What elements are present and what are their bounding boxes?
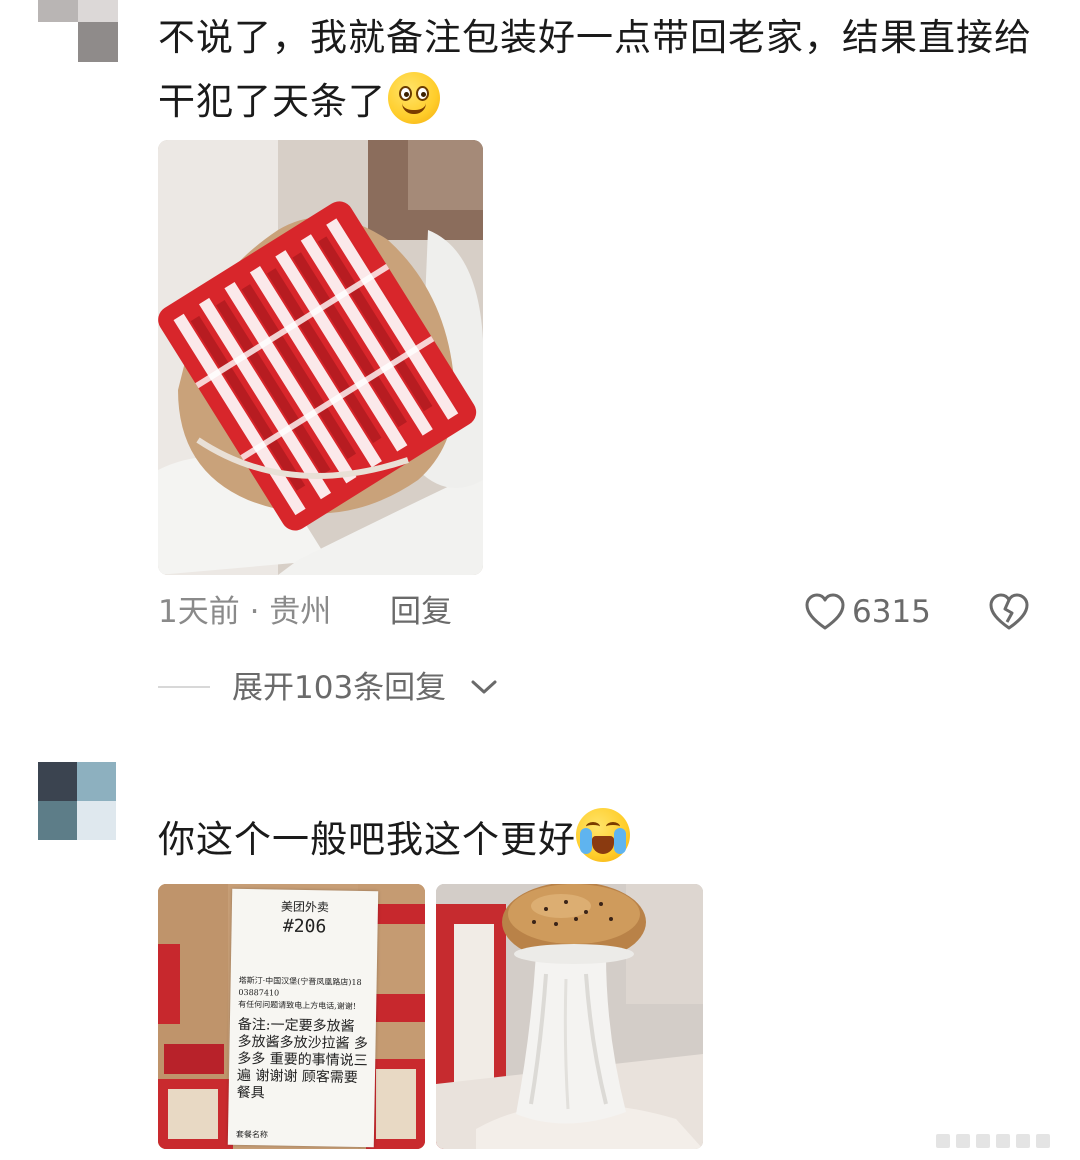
comment-body: 你这个一般吧我这个更好: [158, 818, 576, 861]
grinning-emoji-icon: [388, 72, 440, 124]
comment-body: 不说了，我就备注包装好一点带回老家，结果直接给干犯了天条了: [158, 16, 1032, 123]
burger-photo[interactable]: [436, 884, 703, 1149]
chevron-down-icon[interactable]: [470, 676, 498, 698]
heart-icon[interactable]: [804, 592, 846, 632]
comment-time-location: 1天前 · 贵州: [158, 594, 332, 630]
comment-text: 你这个一般吧我这个更好: [158, 808, 630, 870]
reply-button[interactable]: 回复: [390, 590, 452, 634]
like-count: 6315: [852, 594, 931, 630]
comment-photo[interactable]: [158, 140, 483, 575]
comment-text: 不说了，我就备注包装好一点带回老家，结果直接给干犯了天条了: [158, 6, 1038, 134]
avatar[interactable]: [38, 0, 118, 62]
broken-heart-icon[interactable]: [988, 592, 1030, 632]
receipt-brand: 美团外卖: [280, 899, 330, 915]
receipt-order-number: #206: [282, 915, 327, 938]
receipt-store-info: 塔斯汀·中国汉堡(宁晋凤凰路店)18 03887410 有任何问题请致电上方电话…: [238, 975, 362, 1011]
expand-replies-button[interactable]: 展开103条回复: [232, 666, 446, 710]
receipt-note: 备注:一定要多放酱 多放酱多放沙拉酱 多多多 重要的事情说三遍 谢谢谢 顾客需要…: [236, 1016, 369, 1102]
crying-laughing-emoji-icon: [576, 808, 630, 862]
order-receipt: 美团外卖 #206 塔斯汀·中国汉堡(宁晋凤凰路店)18 03887410 有任…: [227, 888, 379, 1148]
receipt-footer: 套餐名称: [235, 1129, 269, 1140]
divider: [158, 686, 210, 688]
receipt-photo[interactable]: 美团外卖 #206 塔斯汀·中国汉堡(宁晋凤凰路店)18 03887410 有任…: [158, 884, 425, 1149]
avatar[interactable]: [38, 762, 116, 840]
watermark: [936, 1134, 1050, 1148]
